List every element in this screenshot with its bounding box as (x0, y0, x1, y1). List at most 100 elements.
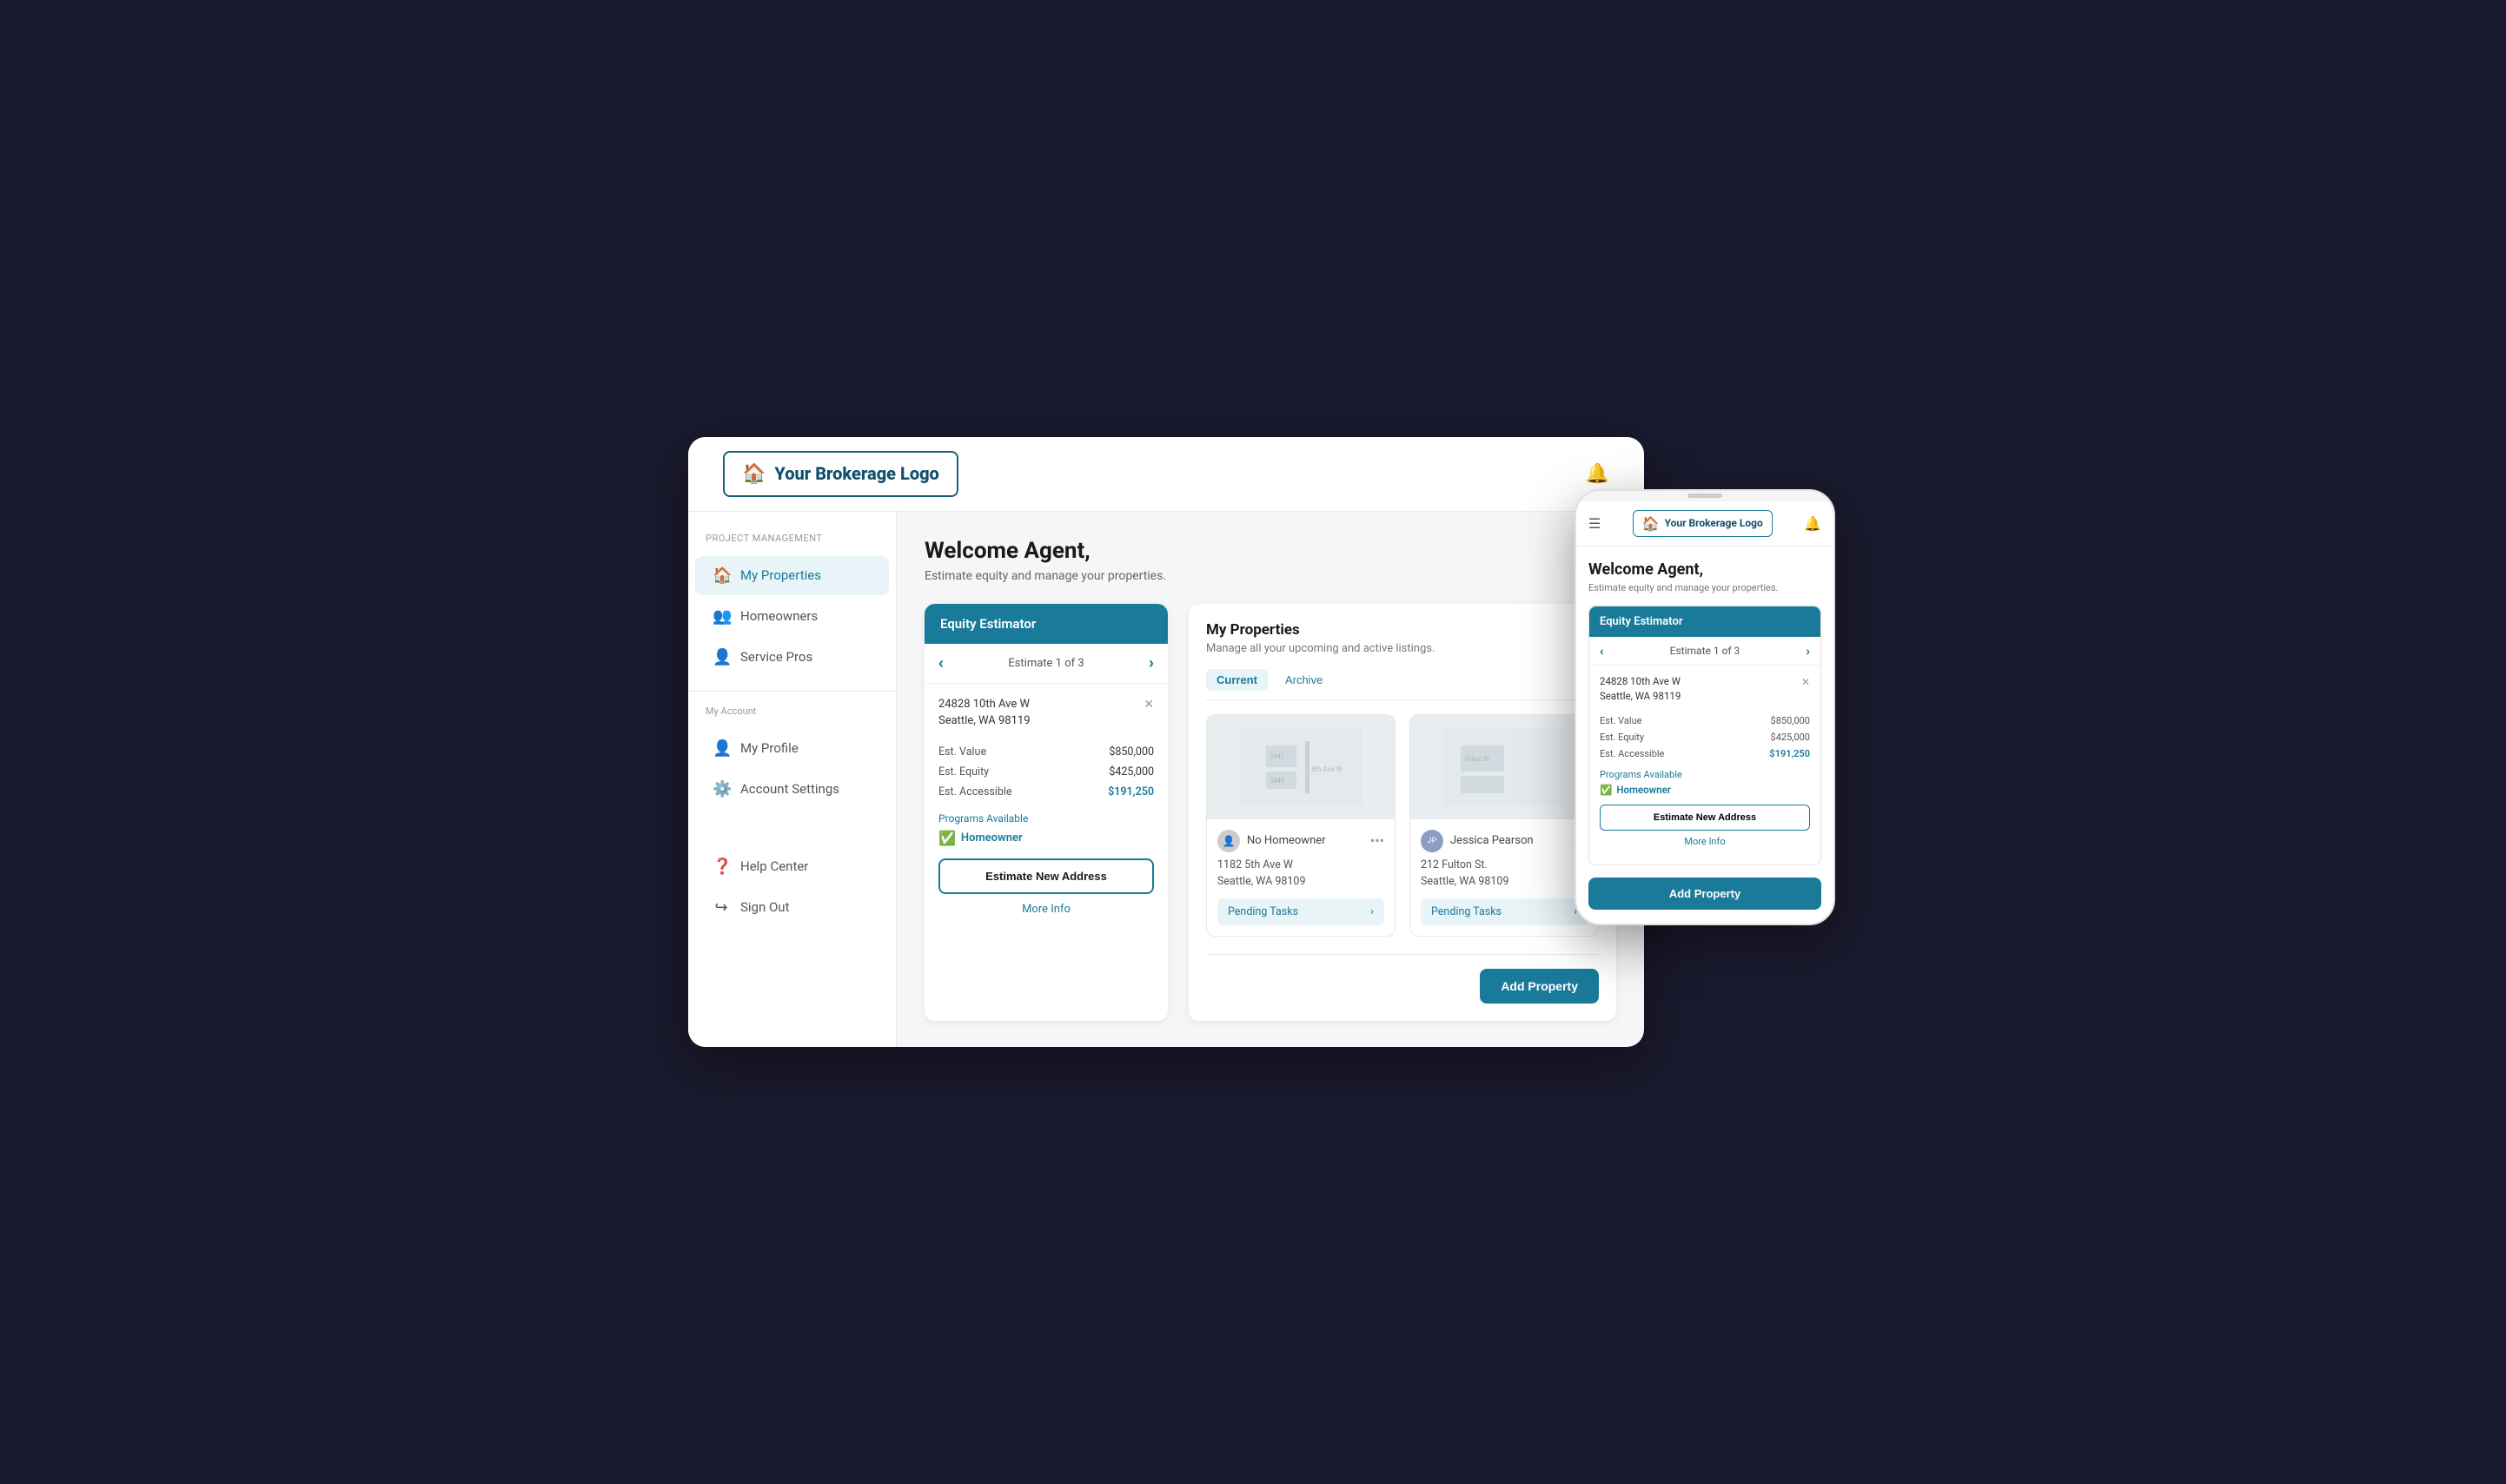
mobile-addr-line1: 24828 10th Ave W (1600, 675, 1681, 687)
add-property-button[interactable]: Add Property (1480, 969, 1599, 1004)
property-card-2-image: Fulton St (1410, 715, 1598, 819)
est-value-amount: $850,000 (1109, 745, 1154, 759)
sidebar-label-account-settings: Account Settings (740, 781, 839, 797)
property-addr-1-line1: 1182 5th Ave W (1217, 858, 1293, 871)
pending-tasks-btn-1[interactable]: Pending Tasks › (1217, 898, 1384, 925)
welcome-title: Welcome Agent, (925, 538, 1616, 564)
mobile-est-value-label: Est. Value (1600, 715, 1641, 726)
homeowners-icon: 👥 (713, 607, 730, 626)
tab-archive[interactable]: Archive (1275, 669, 1333, 691)
properties-tabs: Current Archive (1206, 669, 1599, 700)
next-estimate-button[interactable]: › (1149, 654, 1154, 672)
sidebar-item-service-pros[interactable]: 👤 Service Pros (695, 638, 889, 677)
mobile-addr-line2: Seattle, WA 98119 (1600, 690, 1681, 702)
mobile-bell-icon[interactable]: 🔔 (1804, 515, 1821, 532)
profile-icon: 👤 (713, 739, 730, 758)
mobile-equity-body: ✕ 24828 10th Ave W Seattle, WA 98119 Est… (1589, 666, 1820, 865)
property-card-1-owner: 👤 No Homeowner ••• (1217, 830, 1384, 852)
sidebar-item-sign-out[interactable]: ↪ Sign Out (695, 888, 889, 927)
mobile-est-value-amount: $850,000 (1771, 715, 1810, 726)
owner-info-1: 👤 No Homeowner (1217, 830, 1326, 852)
sidebar: Project Management 🏠 My Properties 👥 Hom… (688, 512, 897, 1048)
mobile-est-equity-row: Est. Equity $425,000 (1600, 729, 1810, 745)
property-addr-2: 212 Fulton St. Seattle, WA 98109 (1421, 858, 1588, 891)
pending-tasks-label-1: Pending Tasks (1228, 905, 1298, 918)
sidebar-item-homeowners[interactable]: 👥 Homeowners (695, 597, 889, 636)
pending-tasks-label-2: Pending Tasks (1431, 905, 1502, 918)
equity-accessible-row: Est. Accessible $191,250 (938, 782, 1154, 802)
property-addr-1: 1182 5th Ave W Seattle, WA 98109 (1217, 858, 1384, 891)
homeowner-label: Homeowner (961, 831, 1023, 845)
property-cards-list: 5th Ave W 2447 2443 (1206, 714, 1599, 937)
mobile-phone: ☰ 🏠 Your Brokerage Logo 🔔 Welcome Agent,… (1575, 489, 1835, 926)
property-card-2-owner: JP Jessica Pearson ••• (1421, 830, 1588, 852)
sidebar-label-sign-out: Sign Out (740, 899, 789, 915)
close-address-button[interactable]: ✕ (1144, 696, 1154, 714)
mobile-homeowner-badge: ✅ Homeowner (1600, 784, 1810, 796)
mobile-est-equity-amount: $425,000 (1771, 732, 1810, 743)
welcome-subtitle: Estimate equity and manage your properti… (925, 569, 1616, 583)
equity-estimator-header: Equity Estimator (925, 604, 1168, 644)
svg-text:Fulton St: Fulton St (1465, 756, 1489, 763)
est-equity-amount: $425,000 (1109, 765, 1154, 778)
mobile-next-button[interactable]: › (1806, 644, 1810, 658)
mobile-homeowner-label: Homeowner (1616, 784, 1671, 796)
owner-info-2: JP Jessica Pearson (1421, 830, 1534, 852)
homeowner-badge: ✅ Homeowner (938, 830, 1154, 846)
mobile-est-accessible-label: Est. Accessible (1600, 748, 1664, 759)
help-icon: ❓ (713, 858, 730, 876)
sidebar-item-my-properties[interactable]: 🏠 My Properties (695, 556, 889, 595)
sidebar-label-help-center: Help Center (740, 858, 808, 874)
mobile-content: Welcome Agent, Estimate equity and manag… (1576, 547, 1833, 924)
mobile-house-icon: 🏠 (1642, 515, 1660, 532)
property-map-1: 5th Ave W 2447 2443 (1240, 728, 1362, 806)
card-1-menu-button[interactable]: ••• (1370, 832, 1384, 849)
sidebar-item-account-settings[interactable]: ⚙️ Account Settings (695, 770, 889, 809)
sign-out-icon: ↪ (713, 898, 730, 917)
equity-equity-row: Est. Equity $425,000 (938, 762, 1154, 782)
equity-address-line1: 24828 10th Ave W (938, 698, 1030, 711)
phone-pill (1687, 494, 1722, 498)
mobile-menu-icon[interactable]: ☰ (1588, 515, 1601, 532)
pending-tasks-btn-2[interactable]: Pending Tasks › (1421, 898, 1588, 925)
avatar-2: JP (1421, 830, 1443, 852)
estimate-new-address-button[interactable]: Estimate New Address (938, 858, 1154, 894)
logo-box[interactable]: 🏠 Your Brokerage Logo (723, 451, 958, 497)
notification-bell-icon[interactable]: 🔔 (1586, 463, 1609, 485)
mobile-logo-box[interactable]: 🏠 Your Brokerage Logo (1633, 510, 1773, 537)
mobile-programs-label: Programs Available (1600, 769, 1810, 780)
sidebar-item-my-profile[interactable]: 👤 My Profile (695, 729, 889, 768)
est-value-label: Est. Value (938, 745, 986, 759)
sidebar-label-my-profile: My Profile (740, 740, 799, 756)
property-map-2: Fulton St (1443, 728, 1565, 806)
sidebar-label-my-properties: My Properties (740, 567, 821, 583)
mobile-close-button[interactable]: ✕ (1801, 674, 1810, 690)
equity-value-row: Est. Value $850,000 (938, 742, 1154, 762)
estimate-nav-label: Estimate 1 of 3 (1008, 657, 1084, 670)
equity-property-address: ✕ 24828 10th Ave W Seattle, WA 98119 (938, 696, 1154, 730)
owner-name-1: No Homeowner (1247, 834, 1326, 847)
sidebar-account-label: My Account (688, 706, 896, 727)
tab-current[interactable]: Current (1206, 669, 1268, 691)
mobile-top-bar: ☰ 🏠 Your Brokerage Logo 🔔 (1576, 501, 1833, 547)
mobile-est-accessible-row: Est. Accessible $191,250 (1600, 745, 1810, 762)
mobile-estimate-button[interactable]: Estimate New Address (1600, 805, 1810, 831)
mobile-prev-button[interactable]: ‹ (1600, 644, 1604, 658)
avatar-1: 👤 (1217, 830, 1240, 852)
check-circle-icon: ✅ (938, 830, 956, 846)
properties-panel-subtitle: Manage all your upcoming and active list… (1206, 642, 1599, 655)
property-addr-2-line1: 212 Fulton St. (1421, 858, 1488, 871)
property-addr-1-line2: Seattle, WA 98109 (1217, 875, 1305, 888)
mobile-add-property-button[interactable]: Add Property (1588, 878, 1821, 910)
prev-estimate-button[interactable]: ‹ (938, 654, 944, 672)
sidebar-section-project-management: Project Management (688, 533, 896, 554)
sidebar-divider (688, 691, 896, 692)
more-info-link[interactable]: More Info (938, 903, 1154, 916)
mobile-more-info-link[interactable]: More Info (1600, 836, 1810, 847)
equity-card-nav: ‹ Estimate 1 of 3 › (925, 644, 1168, 684)
mobile-property-address: ✕ 24828 10th Ave W Seattle, WA 98119 (1600, 674, 1810, 705)
phone-notch (1576, 491, 1833, 501)
no-homeowner-icon: 👤 (1223, 835, 1236, 847)
sidebar-item-help-center[interactable]: ❓ Help Center (695, 847, 889, 886)
desktop-window: 🏠 Your Brokerage Logo 🔔 Project Manageme… (688, 437, 1644, 1048)
